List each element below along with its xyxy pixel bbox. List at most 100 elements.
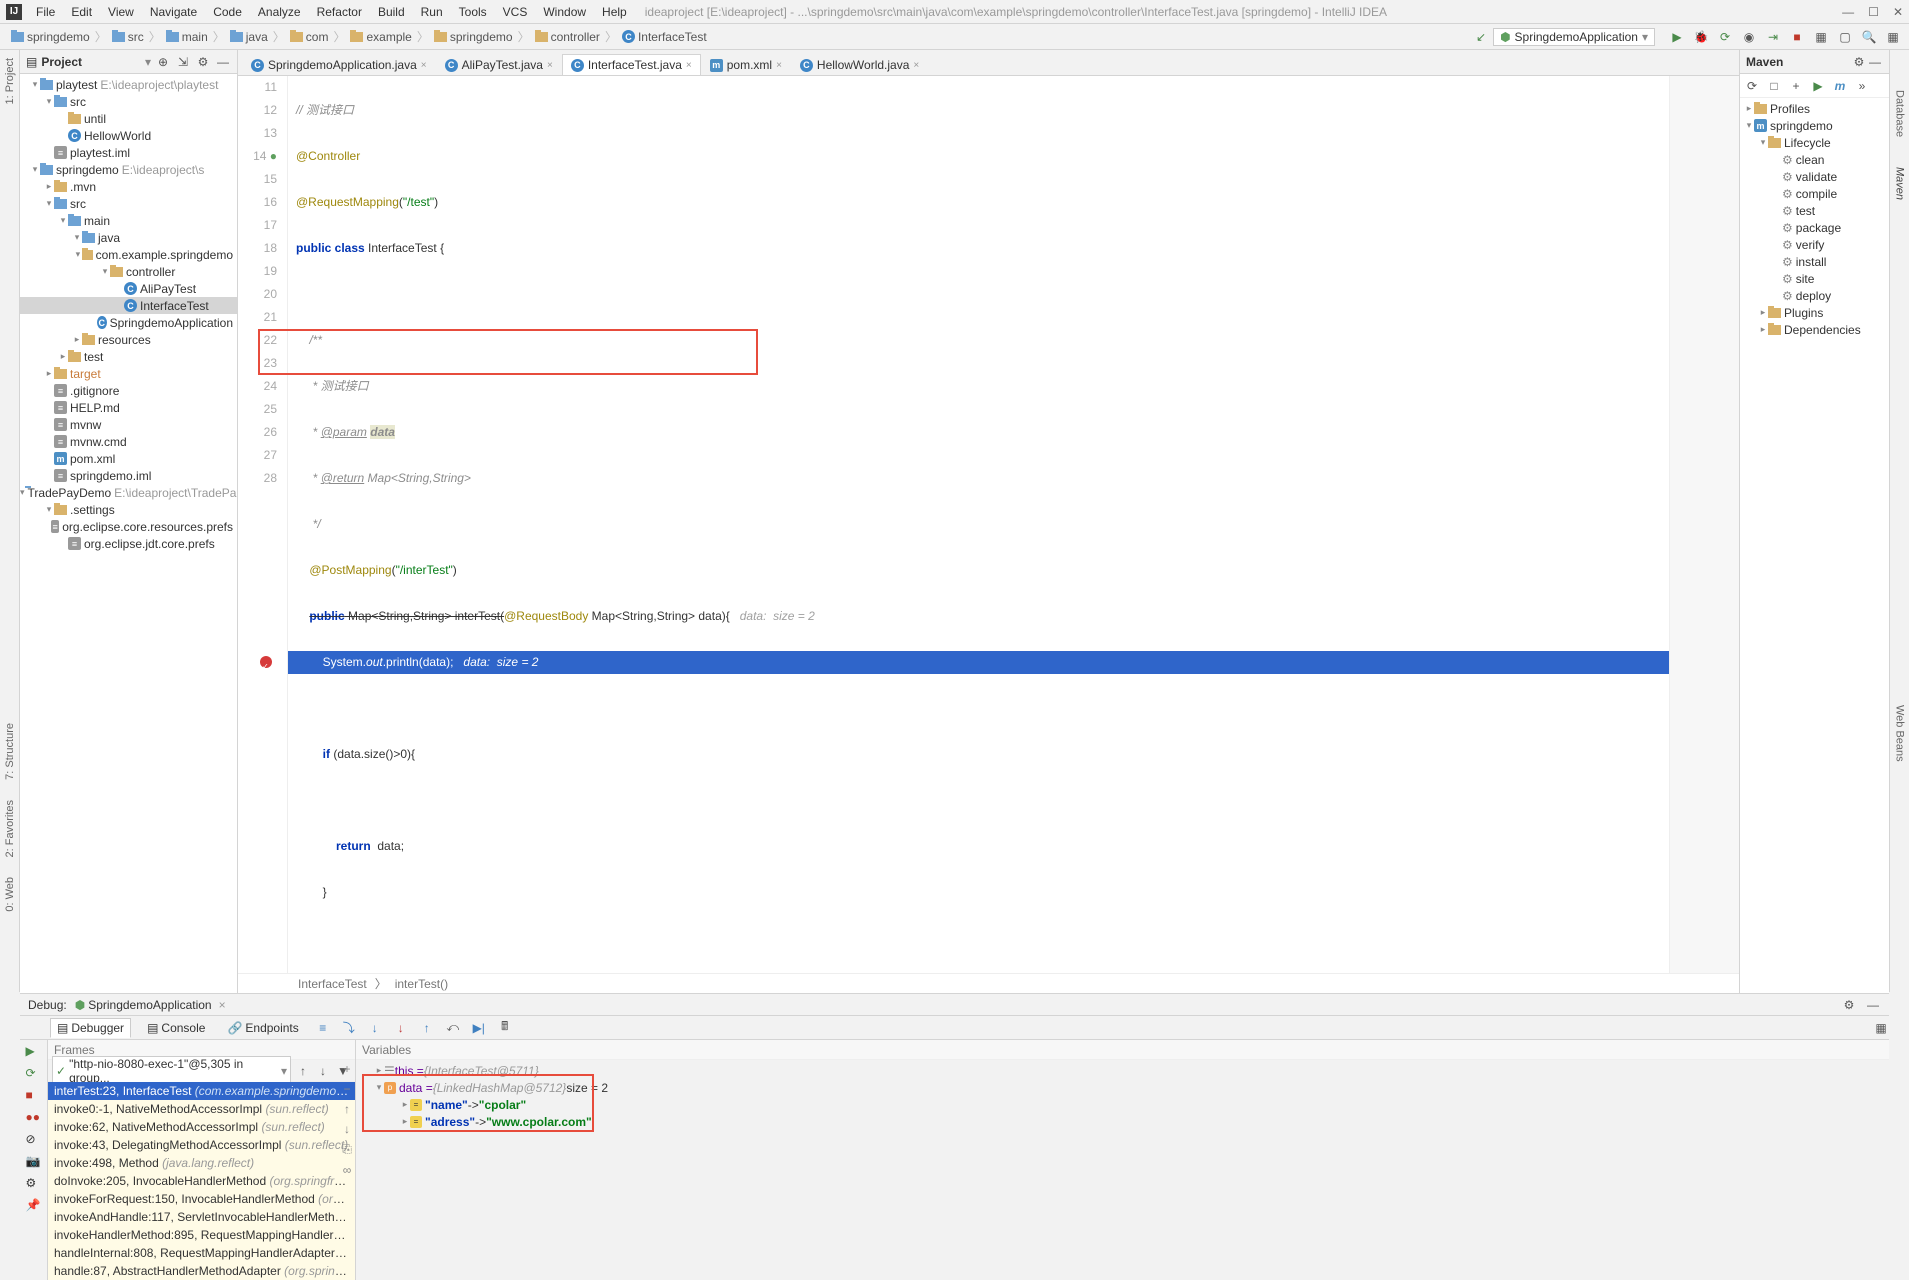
crumb[interactable]: CInterfaceTest — [619, 29, 710, 45]
gutter-favorites[interactable]: 2: Favorites — [4, 800, 16, 857]
maven-hide-icon[interactable]: — — [1867, 54, 1883, 70]
tree-row[interactable]: ▾controller — [20, 263, 237, 280]
minimap[interactable] — [1669, 76, 1739, 973]
frames-list[interactable]: interTest:23, InterfaceTest (com.example… — [48, 1082, 355, 1280]
breakpoints-icon[interactable]: ●● — [26, 1110, 42, 1126]
editor-tab[interactable]: CSpringdemoApplication.java× — [242, 54, 436, 75]
up-icon[interactable]: ↑ — [344, 1102, 350, 1116]
maven-tree-row[interactable]: ⚙deploy — [1740, 287, 1889, 304]
tree-row[interactable]: mpom.xml — [20, 450, 237, 467]
menu-file[interactable]: File — [28, 3, 63, 21]
maven-more-icon[interactable]: » — [1854, 78, 1870, 94]
gutter-structure[interactable]: 7: Structure — [4, 723, 16, 780]
remove-watch-icon[interactable]: − — [343, 1082, 350, 1096]
tree-row[interactable]: until — [20, 110, 237, 127]
step-into-icon[interactable]: ↓ — [367, 1020, 383, 1036]
tree-row[interactable]: ▾TradePayDemoE:\ideaproject\TradePa — [20, 484, 237, 501]
frame-row[interactable]: invoke:498, Method (java.lang.reflect) — [48, 1154, 355, 1172]
debug-settings-icon[interactable]: ⚙ — [1841, 997, 1857, 1013]
console-tab[interactable]: ▤ Console — [141, 1019, 211, 1037]
tree-row[interactable]: ▸resources — [20, 331, 237, 348]
tree-row[interactable]: ▸target — [20, 365, 237, 382]
maven-tree[interactable]: ▸Profiles▾mspringdemo▾Lifecycle⚙clean⚙va… — [1740, 98, 1889, 340]
menu-tools[interactable]: Tools — [451, 3, 495, 21]
maven-tree-row[interactable]: ▸Profiles — [1740, 100, 1889, 117]
maven-generate-icon[interactable]: □ — [1766, 78, 1782, 94]
maven-tree-row[interactable]: ▸Plugins — [1740, 304, 1889, 321]
tree-row[interactable]: ≡HELP.md — [20, 399, 237, 416]
frame-row[interactable]: interTest:23, InterfaceTest (com.example… — [48, 1082, 355, 1100]
crumb[interactable]: controller — [532, 29, 603, 45]
tree-row[interactable]: CAliPayTest — [20, 280, 237, 297]
tree-row[interactable]: ≡springdemo.iml — [20, 467, 237, 484]
editor-breadcrumb[interactable]: InterfaceTest〉interTest() — [238, 973, 1739, 993]
crumb[interactable]: example — [347, 29, 414, 45]
frame-row[interactable]: invoke:62, NativeMethodAccessorImpl (sun… — [48, 1118, 355, 1136]
crumb[interactable]: src — [109, 29, 147, 45]
menu-analyze[interactable]: Analyze — [250, 3, 309, 21]
debug-process-tab[interactable]: ⬢SpringdemoApplication× — [75, 998, 226, 1012]
crumb[interactable]: com — [287, 29, 332, 45]
close-tab-icon[interactable]: × — [776, 60, 782, 71]
frame-row[interactable]: handle:87, AbstractHandlerMethodAdapter … — [48, 1262, 355, 1280]
run-config-dropdown[interactable]: ⬢SpringdemoApplication▾ — [1493, 28, 1655, 46]
pin-icon[interactable]: 📌 — [26, 1198, 42, 1214]
stop-icon[interactable]: ■ — [26, 1088, 42, 1104]
tree-row[interactable]: CHellowWorld — [20, 127, 237, 144]
frame-row[interactable]: invoke:43, DelegatingMethodAccessorImpl … — [48, 1136, 355, 1154]
coverage-button[interactable]: ⟳ — [1717, 29, 1733, 45]
crumb[interactable]: main — [163, 29, 211, 45]
maven-tree-row[interactable]: ⚙compile — [1740, 185, 1889, 202]
frame-up-icon[interactable]: ↑ — [295, 1063, 311, 1079]
frame-row[interactable]: invokeForRequest:150, InvocableHandlerMe… — [48, 1190, 355, 1208]
tree-row[interactable]: ▾main — [20, 212, 237, 229]
frame-row[interactable]: invoke0:-1, NativeMethodAccessorImpl (su… — [48, 1100, 355, 1118]
mute-icon[interactable]: ⊘ — [26, 1132, 42, 1148]
tree-row[interactable]: ▾src — [20, 195, 237, 212]
menu-help[interactable]: Help — [594, 3, 635, 21]
step-over-icon[interactable]: ⤵ — [341, 1020, 357, 1036]
maven-settings-icon[interactable]: ⚙ — [1851, 54, 1867, 70]
close-tab-icon[interactable]: × — [547, 60, 553, 71]
menu-code[interactable]: Code — [205, 3, 250, 21]
project-settings-icon[interactable]: ⚙ — [195, 54, 211, 70]
link-icon[interactable]: ∞ — [343, 1163, 352, 1177]
maximize-button[interactable]: ☐ — [1868, 5, 1879, 19]
debug-hide-icon[interactable]: — — [1865, 997, 1881, 1013]
minimize-button[interactable]: — — [1842, 5, 1854, 19]
menu-refactor[interactable]: Refactor — [309, 3, 370, 21]
update-button[interactable]: ▦ — [1813, 29, 1829, 45]
run-to-cursor-icon[interactable]: ▶| — [471, 1020, 487, 1036]
endpoints-tab[interactable]: 🔗 Endpoints — [221, 1019, 304, 1037]
layout-button[interactable]: ▢ — [1837, 29, 1853, 45]
maven-run-icon[interactable]: ▶ — [1810, 78, 1826, 94]
maven-tree-row[interactable]: ▸Dependencies — [1740, 321, 1889, 338]
force-step-icon[interactable]: ↓ — [393, 1020, 409, 1036]
gutter-maven[interactable]: Maven — [1894, 167, 1906, 200]
frame-row[interactable]: doInvoke:205, InvocableHandlerMethod (or… — [48, 1172, 355, 1190]
variables-tree[interactable]: ▸☰ this = {InterfaceTest@5711} ▾pdata = … — [356, 1060, 1889, 1280]
maven-add-icon[interactable]: + — [1788, 78, 1804, 94]
editor-tab[interactable]: mpom.xml× — [701, 54, 791, 75]
menu-vcs[interactable]: VCS — [495, 3, 536, 21]
tree-row[interactable]: ≡.gitignore — [20, 382, 237, 399]
layout-icon[interactable]: ▦ — [1873, 1020, 1889, 1036]
close-button[interactable]: ✕ — [1893, 5, 1903, 19]
maven-tree-row[interactable]: ⚙test — [1740, 202, 1889, 219]
step-over-icon[interactable]: ≡ — [315, 1020, 331, 1036]
misc-button[interactable]: ▦ — [1885, 29, 1901, 45]
maven-tree-row[interactable]: ⚙clean — [1740, 151, 1889, 168]
maven-tree-row[interactable]: ⚙install — [1740, 253, 1889, 270]
frame-row[interactable]: handleInternal:808, RequestMappingHandle… — [48, 1244, 355, 1262]
drop-frame-icon[interactable]: ⤺ — [445, 1020, 461, 1036]
step-out-icon[interactable]: ↑ — [419, 1020, 435, 1036]
debugger-tab[interactable]: ▤ Debugger — [50, 1018, 131, 1038]
copy-icon[interactable]: ⎘ — [342, 1142, 352, 1157]
tree-row[interactable]: ≡mvnw.cmd — [20, 433, 237, 450]
tree-row[interactable]: CInterfaceTest — [20, 297, 237, 314]
run-button[interactable]: ▶ — [1669, 29, 1685, 45]
editor-tab[interactable]: CInterfaceTest.java× — [562, 54, 701, 75]
frame-row[interactable]: invokeHandlerMethod:895, RequestMappingH… — [48, 1226, 355, 1244]
thread-dropdown[interactable]: ✓"http-nio-8080-exec-1"@5,305 in group..… — [52, 1056, 291, 1086]
menu-edit[interactable]: Edit — [63, 3, 100, 21]
